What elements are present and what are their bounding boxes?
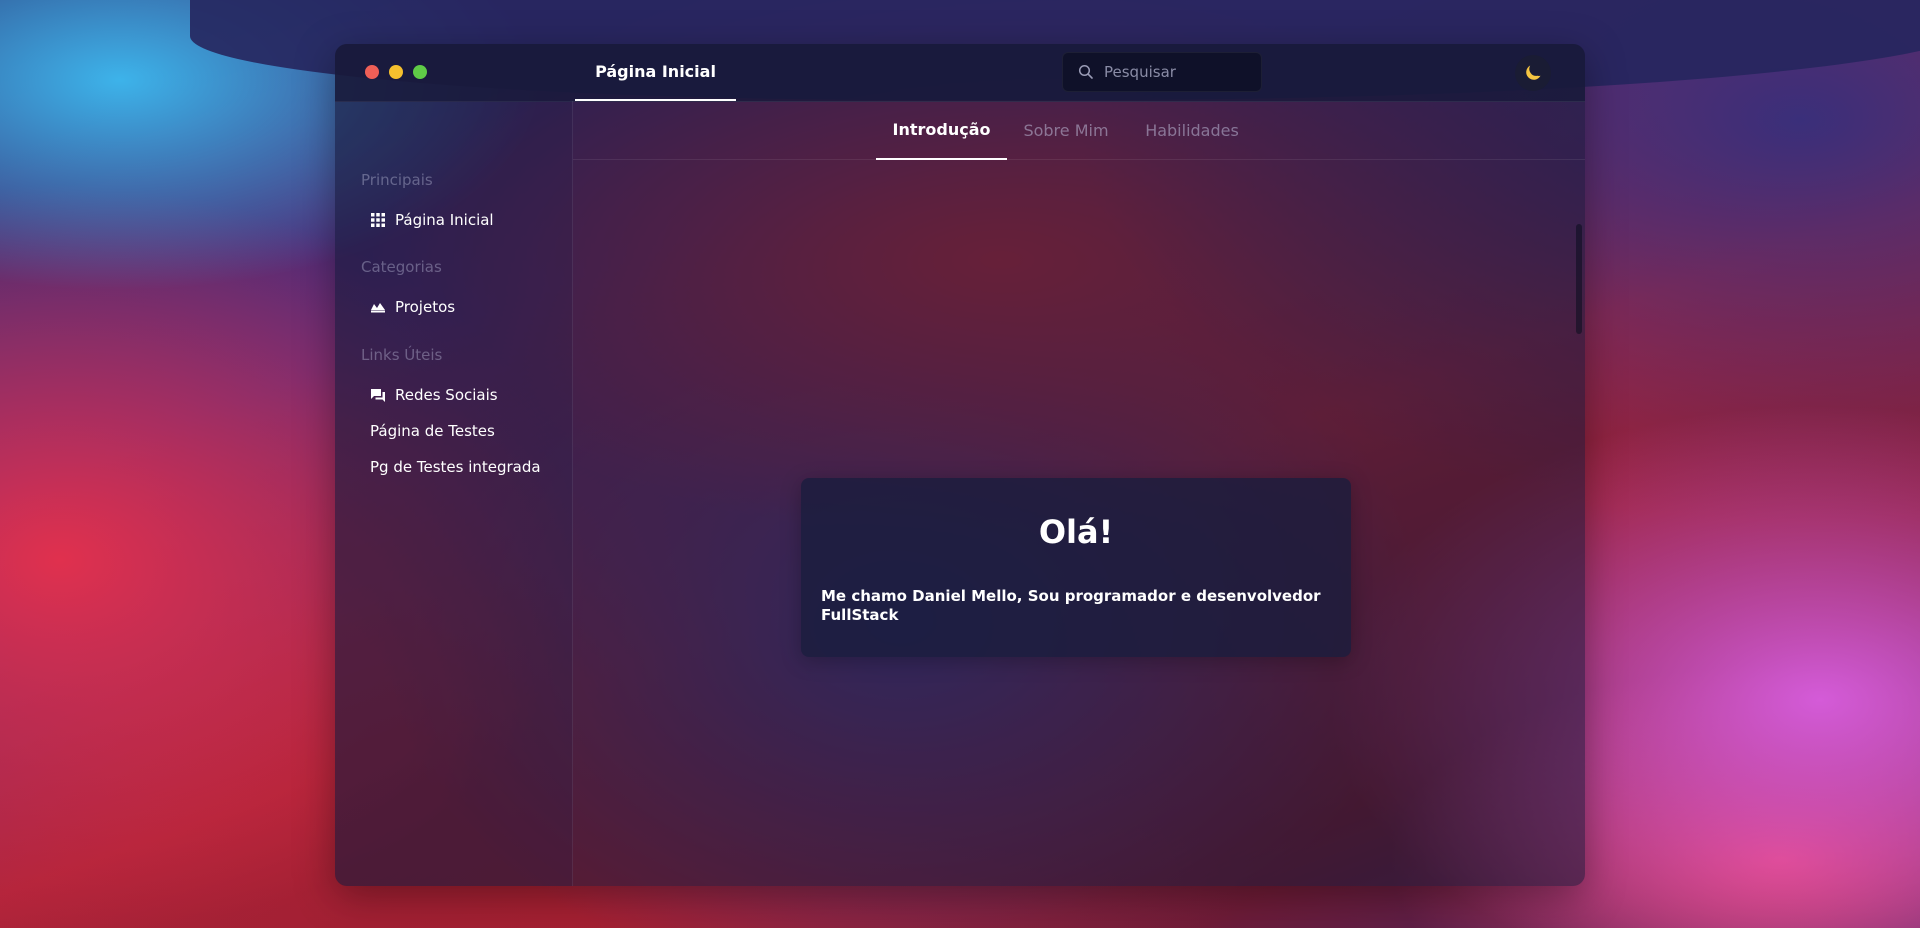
theme-toggle-button[interactable] — [1515, 55, 1551, 91]
sidebar-item-label: Página de Testes — [370, 422, 495, 440]
sidebar-section-title: Links Úteis — [361, 346, 443, 364]
chat-icon — [371, 389, 385, 402]
tab-label: Sobre Mim — [1023, 121, 1109, 140]
tab-introduction[interactable]: Introdução — [876, 101, 1007, 160]
minimize-window-button[interactable] — [389, 65, 403, 79]
sidebar-section-title: Categorias — [361, 258, 442, 276]
sidebar-item-home[interactable]: Página Inicial — [370, 211, 494, 229]
grid-icon — [371, 213, 385, 227]
window-tab-label: Página Inicial — [595, 62, 716, 81]
sidebar-item-label: Página Inicial — [395, 211, 494, 229]
search-box[interactable] — [1062, 52, 1262, 92]
desktop-wallpaper: Página Inicial Principais — [0, 0, 1920, 928]
sidebar-section-title: Principais — [361, 171, 433, 189]
search-icon — [1078, 64, 1093, 79]
card-text: Me chamo Daniel Mello, Sou programador e… — [821, 587, 1321, 624]
sidebar-item-projects[interactable]: Projetos — [370, 298, 455, 316]
main-content: Introdução Sobre Mim Habilidades Olá! Me… — [573, 101, 1585, 886]
intro-card: Olá! Me chamo Daniel Mello, Sou programa… — [801, 478, 1351, 657]
card-title: Olá! — [1038, 513, 1114, 551]
close-window-button[interactable] — [365, 65, 379, 79]
tab-label: Habilidades — [1145, 121, 1239, 140]
moon-icon — [1526, 65, 1541, 80]
tab-about-me[interactable]: Sobre Mim — [1007, 101, 1125, 160]
tab-label: Introdução — [892, 120, 991, 139]
sidebar-item-integrated-test-page[interactable]: Pg de Testes integrada — [370, 458, 541, 476]
title-bar: Página Inicial — [335, 44, 1585, 102]
sidebar-item-social[interactable]: Redes Sociais — [370, 386, 498, 404]
sidebar-item-test-page[interactable]: Página de Testes — [370, 422, 495, 440]
sidebar-item-label: Pg de Testes integrada — [370, 458, 541, 476]
sidebar: Principais Página Inicial Categorias Pro… — [335, 101, 573, 886]
sidebar-item-label: Projetos — [395, 298, 456, 316]
projects-icon — [371, 303, 385, 313]
window-tab-home[interactable]: Página Inicial — [575, 44, 736, 101]
app-window: Página Inicial Principais — [335, 44, 1585, 886]
sidebar-item-label: Redes Sociais — [395, 386, 498, 404]
content-tabs: Introdução Sobre Mim Habilidades — [573, 101, 1585, 160]
search-input[interactable] — [1104, 63, 1254, 81]
maximize-window-button[interactable] — [413, 65, 427, 79]
scrollbar-thumb[interactable] — [1576, 224, 1582, 334]
tab-skills[interactable]: Habilidades — [1125, 101, 1259, 160]
